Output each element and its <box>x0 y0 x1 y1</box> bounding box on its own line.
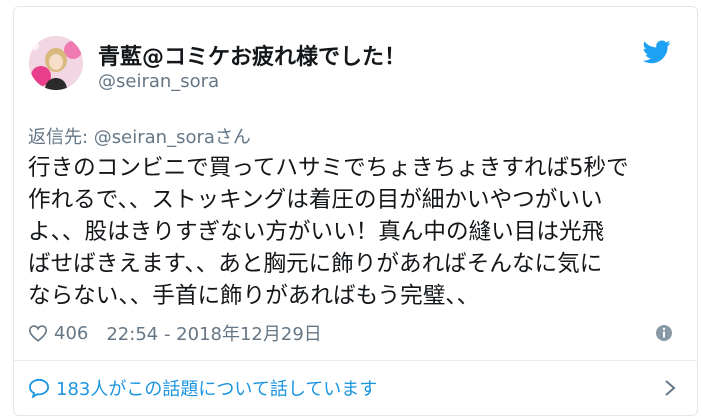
like-count[interactable]: 406 <box>54 323 88 344</box>
tweet-meta: 406 22:54 - 2018年12月29日 <box>28 320 322 346</box>
tweet-line: よ、、股はきりすぎない方がいい！真ん中の縫い目は光飛 <box>28 219 605 245</box>
conversation-label: 183人がこの話題について話しています <box>56 379 378 400</box>
reply-prefix: 返信先: <box>28 127 94 148</box>
twitter-bird-icon[interactable] <box>643 40 671 64</box>
info-icon[interactable] <box>655 324 673 342</box>
user-handle[interactable]: @seiran_sora <box>98 71 219 92</box>
divider <box>14 360 697 361</box>
conversation-link[interactable]: 183人がこの話題について話しています <box>28 373 683 403</box>
speech-bubble-icon <box>28 378 50 398</box>
reply-suffix: さん <box>214 127 251 148</box>
tweet-line: ならない、、手首に飾りがあればもう完璧、、 <box>28 283 480 309</box>
tweet-text: 行きのコンビニで買ってハサミでちょきちょきすれば5秒で 作れるで、、ストッキング… <box>28 152 688 312</box>
chevron-right-icon[interactable] <box>663 379 677 397</box>
tweet-card: 青藍@コミケお疲れ様でした！ @seiran_sora 返信先: @seiran… <box>13 6 698 416</box>
timestamp[interactable]: 22:54 - 2018年12月29日 <box>106 320 321 346</box>
display-name[interactable]: 青藍@コミケお疲れ様でした！ <box>98 39 406 71</box>
reply-mention-link[interactable]: @seiran_sora <box>94 127 215 148</box>
avatar[interactable] <box>29 36 83 90</box>
tweet-line: 作れるで、、ストッキングは着圧の目が細かいやつがいい <box>28 187 603 213</box>
tweet-line: 行きのコンビニで買ってハサミでちょきちょきすれば5秒で <box>28 155 629 181</box>
tweet-line: ばせばきえます、、あと胸元に飾りがあればそんなに気に <box>28 251 603 277</box>
reply-context: 返信先: @seiran_soraさん <box>28 123 251 149</box>
heart-icon[interactable] <box>28 324 48 342</box>
